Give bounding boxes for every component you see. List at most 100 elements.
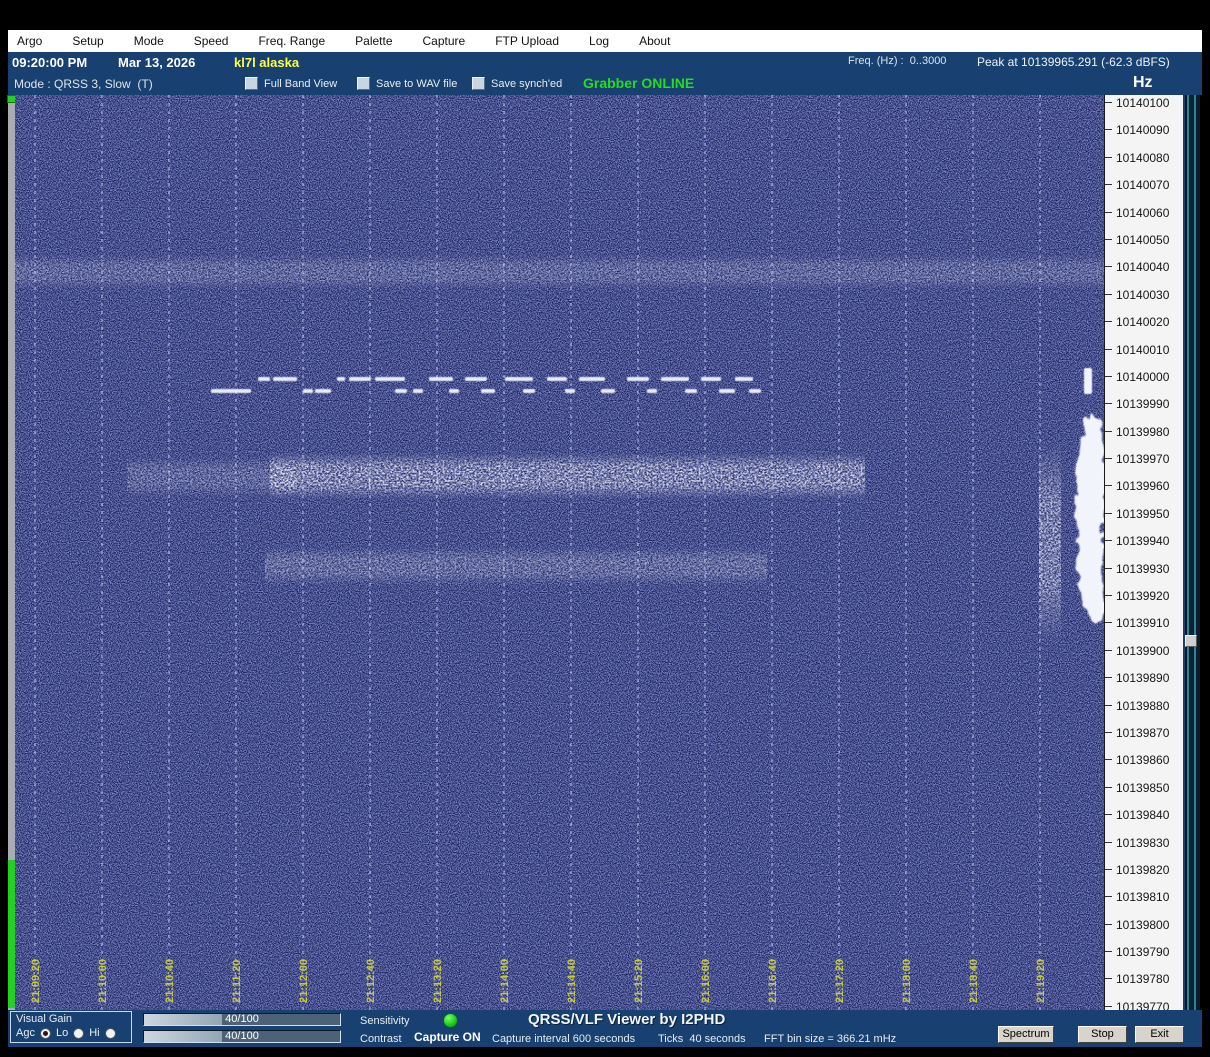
ticks-label: Ticks 40 seconds <box>658 1033 746 1045</box>
sensitivity-slider[interactable]: 40/100 <box>143 1013 341 1026</box>
freq-scale-tick <box>1105 595 1112 597</box>
capture-interval-label: Capture interval 600 seconds <box>492 1033 636 1045</box>
qrss-dash <box>349 377 371 381</box>
freq-scale-tick <box>1105 951 1112 953</box>
capture-led-icon <box>443 1013 458 1028</box>
contrast-slider[interactable]: 40/100 <box>143 1030 341 1043</box>
frequency-scrollbar-thumb[interactable] <box>1185 635 1197 647</box>
freq-scale-tick <box>1105 1005 1112 1007</box>
main-signal-band <box>270 453 865 499</box>
time-axis-label: 21:10:00 <box>97 959 109 1003</box>
radio-label-lo: Lo <box>55 1027 69 1039</box>
freq-scale-tick <box>1105 293 1112 295</box>
menu-item-freq-range[interactable]: Freq. Range <box>243 34 340 48</box>
freq-scale-value: 10140100 <box>1116 96 1170 110</box>
station-callsign: kl7l alaska <box>234 55 300 70</box>
exit-button[interactable]: Exit <box>1135 1026 1184 1043</box>
capture-progress-bar <box>7 95 16 1010</box>
frequency-scale: 10140100 10140090 10140080 10140070 10140060… <box>1104 95 1183 1014</box>
radio-label-hi: Hi <box>89 1027 100 1039</box>
qrss-dash <box>505 377 533 381</box>
freq-scale-value: 10140050 <box>1116 232 1170 247</box>
freq-scale-value: 10139900 <box>1116 643 1170 658</box>
menu-item-ftp-upload[interactable]: FTP Upload <box>480 34 574 48</box>
checkbox-label-save-synch-ed: Save synch'ed <box>491 77 563 90</box>
visual-gain-groupbox: Visual Gain Agc Lo Hi <box>10 1011 132 1043</box>
qrss-dash <box>465 377 487 381</box>
radio-lo[interactable] <box>73 1027 85 1039</box>
info-bar: 09:20:00 PM Mar 13, 2026 kl7l alaska Fre… <box>8 52 1202 74</box>
menu-item-capture[interactable]: Capture <box>408 34 481 48</box>
freq-scale-tick <box>1105 868 1112 870</box>
visual-gain-title: Visual Gain <box>16 1013 73 1025</box>
frequency-range-readout: Freq. (Hz) : 0..3000 <box>848 55 947 67</box>
checkbox-save-to-wav-file[interactable] <box>357 77 370 90</box>
visual-gain-radio-row: Agc Lo Hi <box>16 1027 116 1039</box>
qrss-dash <box>449 389 459 393</box>
spectrum-button[interactable]: Spectrum <box>998 1026 1054 1043</box>
radio-hi[interactable] <box>104 1027 116 1039</box>
freq-scale-tick <box>1105 321 1112 323</box>
qrss-dash <box>749 389 761 393</box>
freq-scale-tick <box>1105 348 1112 350</box>
freq-scale-value: 10139780 <box>1116 972 1170 987</box>
time-axis-label: 21:12:00 <box>298 959 310 1003</box>
freq-scale-value: 10139860 <box>1116 753 1170 768</box>
freq-scale-value: 10140020 <box>1116 315 1170 330</box>
checkbox-label-save-to-wav-file: Save to WAV file <box>376 77 458 90</box>
hz-axis-label: Hz <box>1133 74 1153 91</box>
checkbox-save-synch-ed[interactable] <box>472 77 485 90</box>
menu-item-setup[interactable]: Setup <box>57 34 118 48</box>
frequency-scrollbar[interactable] <box>1183 95 1200 1010</box>
menu-item-about[interactable]: About <box>624 34 685 48</box>
qrss-dash <box>395 389 407 393</box>
freq-scale-tick <box>1105 567 1112 569</box>
freq-scale-tick <box>1105 896 1112 898</box>
freq-scale-value: 10139800 <box>1116 917 1170 932</box>
freq-scale-value: 10140000 <box>1116 369 1170 384</box>
freq-scale-tick <box>1105 649 1112 651</box>
menu-bar: Argo Setup Mode Speed Freq. Range Palette Capt… <box>8 30 1202 52</box>
checkbox-group-save-to-wav-file: Save to WAV file <box>357 77 457 90</box>
mode-bar: Mode : QRSS 3, Slow (T) Grabber ONLINE H… <box>8 74 1202 95</box>
freq-scale-tick <box>1105 814 1112 816</box>
time-axis-label: 21:19:20 <box>1035 959 1047 1003</box>
time-axis-label: 21:14:40 <box>566 959 578 1003</box>
menu-item-argo[interactable]: Argo <box>8 34 57 48</box>
time-axis-label: 21:12:40 <box>365 959 377 1003</box>
freq-scale-value: 10139920 <box>1116 589 1170 604</box>
qrss-dash <box>579 377 605 381</box>
freq-scale-tick <box>1105 403 1112 405</box>
time-axis-label: 21:11:20 <box>231 960 243 1003</box>
time-axis-label: 21:17:20 <box>834 959 846 1003</box>
menu-item-speed[interactable]: Speed <box>179 34 244 48</box>
qrss-dash <box>685 389 697 393</box>
qrss-dash <box>523 389 535 393</box>
checkbox-full-band-view[interactable] <box>245 77 258 90</box>
freq-scale-tick <box>1105 458 1112 460</box>
freq-scale-value: 10139790 <box>1116 945 1170 960</box>
stop-button[interactable]: Stop <box>1078 1026 1127 1043</box>
sensitivity-slider-value: 40/100 <box>225 1013 259 1025</box>
qrss-dash <box>601 389 615 393</box>
radio-agc[interactable] <box>39 1027 51 1039</box>
freq-scale-value: 10140090 <box>1116 123 1170 138</box>
checkbox-group-full-band-view: Full Band View <box>245 77 337 90</box>
freq-scale-tick <box>1105 786 1112 788</box>
menu-item-mode[interactable]: Mode <box>119 34 179 48</box>
freq-scale-value: 10140080 <box>1116 150 1170 165</box>
secondary-signal-band <box>265 547 767 585</box>
sensitivity-label: Sensitivity <box>360 1015 410 1027</box>
freq-scale-value: 10139980 <box>1116 424 1170 439</box>
freq-scale-tick <box>1105 731 1112 733</box>
freq-scale-value: 10140030 <box>1116 287 1170 302</box>
qrss-dash <box>719 389 735 393</box>
freq-scale-tick <box>1105 102 1112 103</box>
menu-item-log[interactable]: Log <box>574 34 624 48</box>
qrss-dash <box>303 389 313 393</box>
grabber-status: Grabber ONLINE <box>583 75 695 91</box>
qrss-dash <box>481 389 495 393</box>
clock-display: 09:20:00 PM <box>12 55 88 70</box>
menu-item-palette[interactable]: Palette <box>340 34 407 48</box>
freq-scale-value: 10140040 <box>1116 260 1170 275</box>
